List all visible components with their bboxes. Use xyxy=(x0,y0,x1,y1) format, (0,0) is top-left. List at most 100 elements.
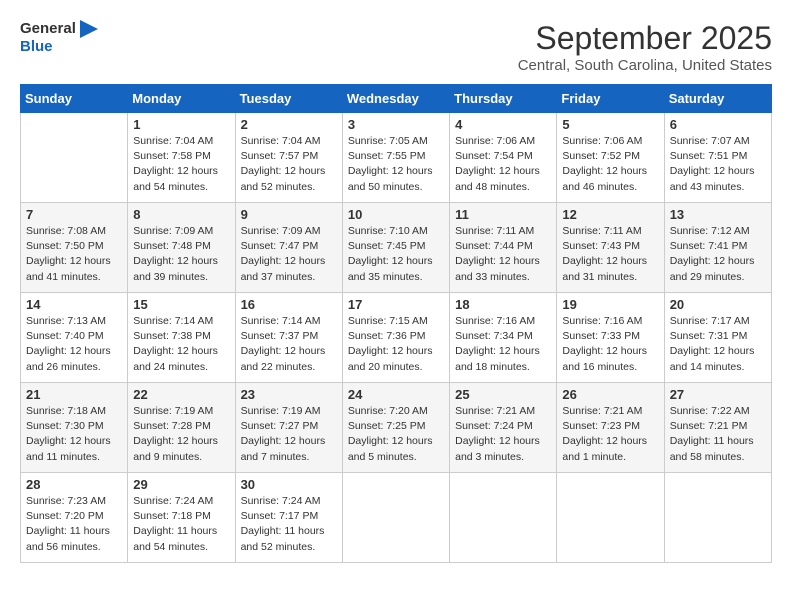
table-cell: 1 Sunrise: 7:04 AM Sunset: 7:58 PM Daylig… xyxy=(128,113,235,203)
day-number: 26 xyxy=(562,387,658,402)
table-cell xyxy=(557,473,664,563)
day-info: Sunrise: 7:12 AM Sunset: 7:41 PM Dayligh… xyxy=(670,224,766,285)
table-cell: 15Sunrise: 7:14 AM Sunset: 7:38 PM Dayli… xyxy=(128,293,235,383)
table-cell: 18Sunrise: 7:16 AM Sunset: 7:34 PM Dayli… xyxy=(450,293,557,383)
table-cell xyxy=(450,473,557,563)
table-cell: 6Sunrise: 7:07 AM Sunset: 7:51 PM Daylig… xyxy=(664,113,771,203)
header-wednesday: Wednesday xyxy=(342,85,449,113)
table-cell: 28 Sunrise: 7:23 AM Sunset: 7:20 PM Dayli… xyxy=(21,473,128,563)
day-number: 23 xyxy=(241,387,337,402)
day-number: 30 xyxy=(241,477,337,492)
day-number: 28 xyxy=(26,477,122,492)
day-info: Sunrise: 7:11 AM Sunset: 7:43 PM Dayligh… xyxy=(562,224,658,285)
day-info: Sunrise: 7:04 AM Sunset: 7:58 PM Dayligh… xyxy=(133,134,229,195)
day-number: 15 xyxy=(133,297,229,312)
table-cell: 24 Sunrise: 7:20 AM Sunset: 7:25 PM Dayli… xyxy=(342,383,449,473)
day-number: 25 xyxy=(455,387,551,402)
day-number: 20 xyxy=(670,297,766,312)
day-info: Sunrise: 7:19 AM Sunset: 7:27 PM Dayligh… xyxy=(241,404,337,465)
day-number: 13 xyxy=(670,207,766,222)
day-info: Sunrise: 7:06 AM Sunset: 7:52 PM Dayligh… xyxy=(562,134,658,195)
day-info: Sunrise: 7:16 AM Sunset: 7:34 PM Dayligh… xyxy=(455,314,551,375)
table-cell: 19 Sunrise: 7:16 AM Sunset: 7:33 PM Dayli… xyxy=(557,293,664,383)
day-info: Sunrise: 7:09 AM Sunset: 7:47 PM Dayligh… xyxy=(241,224,337,285)
day-number: 16 xyxy=(241,297,337,312)
header-monday: Monday xyxy=(128,85,235,113)
day-info: Sunrise: 7:14 AM Sunset: 7:37 PM Dayligh… xyxy=(241,314,337,375)
header-tuesday: Tuesday xyxy=(235,85,342,113)
day-number: 19 xyxy=(562,297,658,312)
day-number: 6 xyxy=(670,117,766,132)
logo-blue: Blue xyxy=(20,38,53,55)
title-area: September 2025 Central, South Carolina, … xyxy=(518,20,772,74)
table-cell: 7 Sunrise: 7:08 AM Sunset: 7:50 PM Daylig… xyxy=(21,203,128,293)
day-number: 29 xyxy=(133,477,229,492)
table-cell: 3 Sunrise: 7:05 AM Sunset: 7:55 PM Daylig… xyxy=(342,113,449,203)
day-number: 2 xyxy=(241,117,337,132)
table-cell: 30 Sunrise: 7:24 AM Sunset: 7:17 PM Dayli… xyxy=(235,473,342,563)
day-info: Sunrise: 7:17 AM Sunset: 7:31 PM Dayligh… xyxy=(670,314,766,375)
logo-arrow-icon xyxy=(80,20,98,38)
logo-general: General xyxy=(20,20,76,37)
table-cell: 17 Sunrise: 7:15 AM Sunset: 7:36 PM Dayli… xyxy=(342,293,449,383)
day-info: Sunrise: 7:15 AM Sunset: 7:36 PM Dayligh… xyxy=(348,314,444,375)
table-cell: 20 Sunrise: 7:17 AM Sunset: 7:31 PM Dayli… xyxy=(664,293,771,383)
table-cell: 2Sunrise: 7:04 AM Sunset: 7:57 PM Daylig… xyxy=(235,113,342,203)
table-cell: 13 Sunrise: 7:12 AM Sunset: 7:41 PM Dayli… xyxy=(664,203,771,293)
day-info: Sunrise: 7:24 AM Sunset: 7:18 PM Dayligh… xyxy=(133,494,229,555)
header-sunday: Sunday xyxy=(21,85,128,113)
day-info: Sunrise: 7:09 AM Sunset: 7:48 PM Dayligh… xyxy=(133,224,229,285)
calendar-table: SundayMondayTuesdayWednesdayThursdayFrid… xyxy=(20,84,772,563)
day-number: 12 xyxy=(562,207,658,222)
day-info: Sunrise: 7:23 AM Sunset: 7:20 PM Dayligh… xyxy=(26,494,122,555)
header-friday: Friday xyxy=(557,85,664,113)
day-info: Sunrise: 7:21 AM Sunset: 7:24 PM Dayligh… xyxy=(455,404,551,465)
day-number: 3 xyxy=(348,117,444,132)
day-info: Sunrise: 7:10 AM Sunset: 7:45 PM Dayligh… xyxy=(348,224,444,285)
table-cell: 9 Sunrise: 7:09 AM Sunset: 7:47 PM Daylig… xyxy=(235,203,342,293)
table-cell: 23 Sunrise: 7:19 AM Sunset: 7:27 PM Dayli… xyxy=(235,383,342,473)
header-thursday: Thursday xyxy=(450,85,557,113)
day-number: 21 xyxy=(26,387,122,402)
day-number: 8 xyxy=(133,207,229,222)
table-cell: 27 Sunrise: 7:22 AM Sunset: 7:21 PM Dayli… xyxy=(664,383,771,473)
day-number: 24 xyxy=(348,387,444,402)
month-title: September 2025 xyxy=(518,20,772,57)
day-number: 1 xyxy=(133,117,229,132)
table-cell: 8 Sunrise: 7:09 AM Sunset: 7:48 PM Daylig… xyxy=(128,203,235,293)
day-number: 4 xyxy=(455,117,551,132)
table-cell xyxy=(21,113,128,203)
table-cell: 21 Sunrise: 7:18 AM Sunset: 7:30 PM Dayli… xyxy=(21,383,128,473)
day-info: Sunrise: 7:11 AM Sunset: 7:44 PM Dayligh… xyxy=(455,224,551,285)
table-cell: 11 Sunrise: 7:11 AM Sunset: 7:44 PM Dayli… xyxy=(450,203,557,293)
day-number: 27 xyxy=(670,387,766,402)
day-info: Sunrise: 7:21 AM Sunset: 7:23 PM Dayligh… xyxy=(562,404,658,465)
logo: General Blue xyxy=(20,20,98,56)
subtitle: Central, South Carolina, United States xyxy=(518,57,772,74)
day-number: 14 xyxy=(26,297,122,312)
header-saturday: Saturday xyxy=(664,85,771,113)
day-number: 11 xyxy=(455,207,551,222)
day-info: Sunrise: 7:20 AM Sunset: 7:25 PM Dayligh… xyxy=(348,404,444,465)
day-info: Sunrise: 7:05 AM Sunset: 7:55 PM Dayligh… xyxy=(348,134,444,195)
table-cell: 16 Sunrise: 7:14 AM Sunset: 7:37 PM Dayli… xyxy=(235,293,342,383)
day-info: Sunrise: 7:16 AM Sunset: 7:33 PM Dayligh… xyxy=(562,314,658,375)
day-number: 5 xyxy=(562,117,658,132)
table-cell: 12 Sunrise: 7:11 AM Sunset: 7:43 PM Dayli… xyxy=(557,203,664,293)
table-cell: 5 Sunrise: 7:06 AM Sunset: 7:52 PM Daylig… xyxy=(557,113,664,203)
day-number: 22 xyxy=(133,387,229,402)
table-cell xyxy=(342,473,449,563)
day-info: Sunrise: 7:06 AM Sunset: 7:54 PM Dayligh… xyxy=(455,134,551,195)
day-info: Sunrise: 7:18 AM Sunset: 7:30 PM Dayligh… xyxy=(26,404,122,465)
table-cell: 25 Sunrise: 7:21 AM Sunset: 7:24 PM Dayli… xyxy=(450,383,557,473)
table-cell: 4 Sunrise: 7:06 AM Sunset: 7:54 PM Daylig… xyxy=(450,113,557,203)
day-info: Sunrise: 7:24 AM Sunset: 7:17 PM Dayligh… xyxy=(241,494,337,555)
day-info: Sunrise: 7:08 AM Sunset: 7:50 PM Dayligh… xyxy=(26,224,122,285)
day-info: Sunrise: 7:22 AM Sunset: 7:21 PM Dayligh… xyxy=(670,404,766,465)
day-number: 9 xyxy=(241,207,337,222)
day-number: 10 xyxy=(348,207,444,222)
day-number: 17 xyxy=(348,297,444,312)
table-cell: 14Sunrise: 7:13 AM Sunset: 7:40 PM Dayli… xyxy=(21,293,128,383)
table-cell: 10 Sunrise: 7:10 AM Sunset: 7:45 PM Dayli… xyxy=(342,203,449,293)
day-number: 7 xyxy=(26,207,122,222)
